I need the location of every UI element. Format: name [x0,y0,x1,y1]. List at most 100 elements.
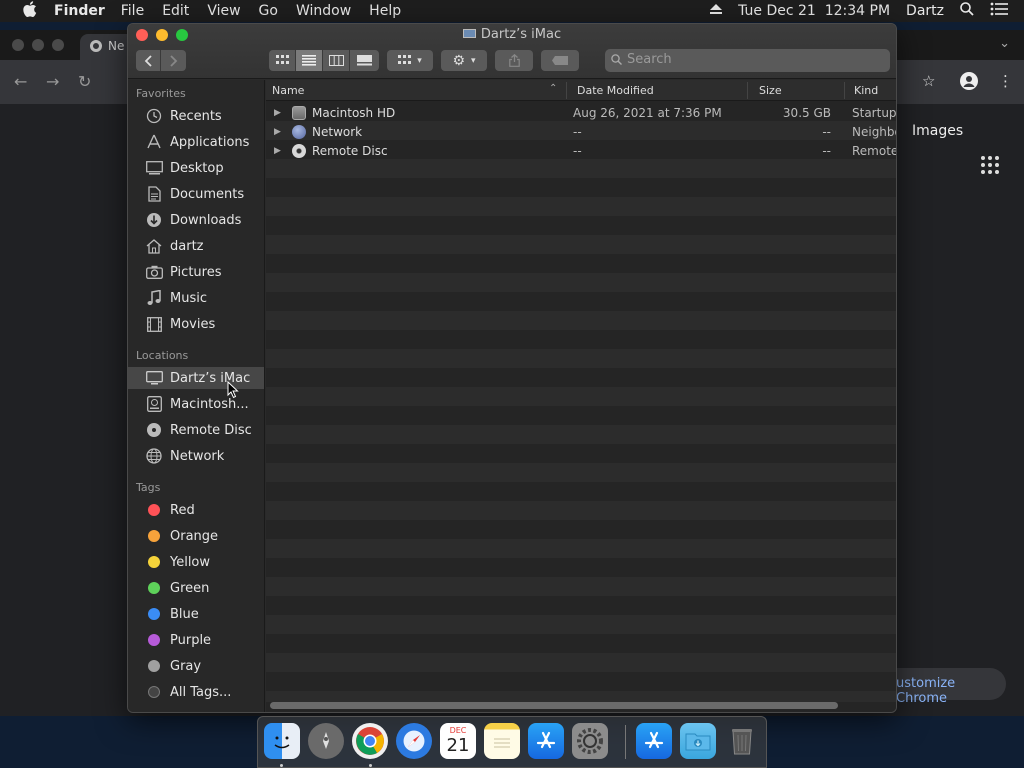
column-header-name[interactable]: Name [272,84,304,97]
calendar-dock-icon[interactable]: DEC 21 [440,723,476,759]
download-icon [145,212,163,228]
column-header-row: Name ⌃ Date Modified Size Kind [266,80,896,101]
sidebar-item-pictures[interactable]: Pictures [128,261,264,283]
computer-icon [145,370,163,386]
back-button[interactable] [136,50,161,71]
menu-window[interactable]: Window [296,3,351,19]
list-row-network[interactable]: ▶ Network -- -- Neighbo [266,123,896,142]
disclosure-triangle-icon[interactable]: ▶ [274,127,281,137]
menu-edit[interactable]: Edit [162,3,189,19]
column-view-button[interactable] [323,50,350,71]
app-store-download-dock-icon[interactable] [636,723,672,759]
launchpad-dock-icon[interactable] [308,723,344,759]
group-by-button[interactable]: ▾ [387,50,433,71]
chrome-tab-title: Ne [108,39,125,53]
list-row-remote-disc[interactable]: ▶ Remote Disc -- -- Remote [266,142,896,161]
gray-tag-dot-icon [148,660,160,672]
apps-grid-icon[interactable] [981,156,999,174]
safari-dock-icon[interactable] [396,723,432,759]
sidebar-item-dartz-imac[interactable]: Dartz’s iMac [128,367,264,389]
action-button[interactable]: ⚙ ▾ [441,50,487,71]
images-link[interactable]: Images [912,123,963,139]
document-icon [145,186,163,202]
sidebar-tag-red[interactable]: Red [128,499,264,521]
tags-button[interactable] [541,50,579,71]
clock-icon [145,108,163,124]
disc-icon [145,422,163,438]
sidebar-item-network[interactable]: Network [128,445,264,467]
menu-clock[interactable]: Tue Dec 21 12:34 PM [738,3,890,19]
sidebar-item-desktop[interactable]: Desktop [128,157,264,179]
sidebar-item-home[interactable]: dartz [128,235,264,257]
column-header-date-modified[interactable]: Date Modified [577,84,654,97]
sidebar-item-music[interactable]: Music [128,287,264,309]
chrome-dock-icon[interactable] [352,723,388,759]
disclosure-triangle-icon[interactable]: ▶ [274,146,281,156]
menu-view[interactable]: View [207,3,240,19]
sidebar: Favorites Recents Applications Desktop D… [128,80,265,712]
column-header-size[interactable]: Size [759,84,782,97]
nav-buttons [136,50,186,71]
orange-tag-dot-icon [148,530,160,542]
horizontal-scrollbar[interactable] [270,702,838,709]
sidebar-item-remote-disc[interactable]: Remote Disc [128,419,264,441]
more-menu-icon[interactable]: ⋮ [998,72,1013,90]
locations-header: Locations [136,349,189,362]
sidebar-tag-purple[interactable]: Purple [128,629,264,651]
green-tag-dot-icon [148,582,160,594]
red-tag-dot-icon [148,504,160,516]
spotlight-search-icon[interactable] [960,2,974,20]
gallery-view-button[interactable] [350,50,379,71]
eject-icon[interactable] [710,3,723,19]
notification-center-icon[interactable] [990,2,1008,20]
home-icon [145,238,163,254]
menu-user[interactable]: Dartz [906,3,944,19]
notes-dock-icon[interactable] [484,723,520,759]
list-background [266,102,896,702]
sidebar-all-tags[interactable]: All Tags... [128,681,264,703]
menu-go[interactable]: Go [259,3,278,19]
share-button[interactable] [495,50,533,71]
sidebar-tag-yellow[interactable]: Yellow [128,551,264,573]
apple-menu-icon[interactable] [20,1,40,21]
file-list: Name ⌃ Date Modified Size Kind ▶ Macinto… [266,80,896,712]
system-preferences-dock-icon[interactable] [572,723,608,759]
sidebar-tag-gray[interactable]: Gray [128,655,264,677]
dock-separator [625,725,626,759]
sidebar-tag-orange[interactable]: Orange [128,525,264,547]
disclosure-triangle-icon[interactable]: ▶ [274,108,281,118]
sidebar-item-documents[interactable]: Documents [128,183,264,205]
sidebar-item-recents[interactable]: Recents [128,105,264,127]
app-store-dock-icon[interactable] [528,723,564,759]
sort-ascending-icon: ⌃ [549,83,558,94]
chevron-down-icon[interactable]: ⌄ [999,36,1010,51]
chrome-window-controls[interactable] [12,39,72,51]
sidebar-item-applications[interactable]: Applications [128,131,264,153]
trash-dock-icon[interactable] [724,723,760,759]
sidebar-item-movies[interactable]: Movies [128,313,264,335]
menu-finder[interactable]: Finder [54,3,105,19]
reload-icon[interactable]: ↻ [78,72,91,91]
back-arrow-icon[interactable]: ← [14,72,27,91]
forward-button[interactable] [161,50,186,71]
sidebar-tag-blue[interactable]: Blue [128,603,264,625]
menu-file[interactable]: File [121,3,144,19]
sidebar-item-macintosh-hd[interactable]: Macintosh... [128,393,264,415]
forward-arrow-icon[interactable]: → [46,72,59,91]
menu-help[interactable]: Help [369,3,401,19]
search-field[interactable]: Search [605,49,890,72]
downloads-folder-dock-icon[interactable] [680,723,716,759]
list-row-macintosh-hd[interactable]: ▶ Macintosh HD Aug 26, 2021 at 7:36 PM 3… [266,104,896,123]
finder-dock-icon[interactable] [264,723,300,759]
list-view-button[interactable] [296,50,323,71]
hard-drive-icon [145,396,163,412]
bookmark-star-icon[interactable]: ☆ [922,72,935,90]
running-indicator [369,764,372,767]
icon-view-button[interactable] [269,50,296,71]
profile-icon[interactable] [960,72,978,94]
column-header-kind[interactable]: Kind [854,84,878,97]
all-tags-icon [148,686,160,698]
sidebar-item-downloads[interactable]: Downloads [128,209,264,231]
sidebar-tag-green[interactable]: Green [128,577,264,599]
favorites-header: Favorites [136,87,186,100]
